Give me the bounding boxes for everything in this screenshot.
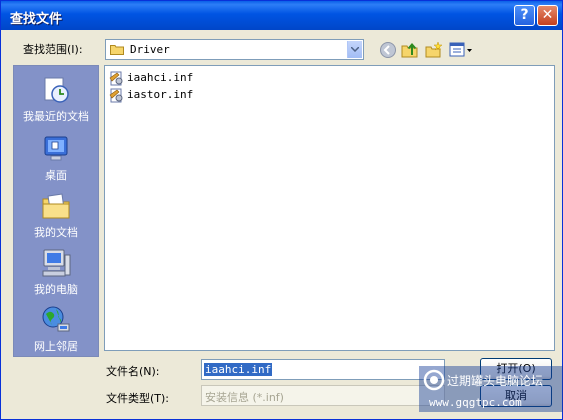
look-in-value: Driver xyxy=(130,43,170,56)
place-my-computer[interactable]: 我的电脑 xyxy=(14,243,98,299)
forum-logo-icon xyxy=(423,369,445,391)
inf-file-icon xyxy=(109,71,123,86)
new-folder-icon[interactable] xyxy=(425,41,443,59)
my-documents-icon xyxy=(42,193,70,219)
file-name-value: iaahci.inf xyxy=(204,363,273,376)
up-folder-icon[interactable] xyxy=(401,41,419,59)
close-button[interactable]: ✕ xyxy=(537,5,558,26)
file-name: iastor.inf xyxy=(127,88,194,101)
network-places-icon xyxy=(42,306,70,332)
title-bar[interactable]: 查找文件 ? ✕ xyxy=(1,1,562,30)
place-label: 我的电脑 xyxy=(34,283,78,296)
views-menu-icon[interactable] xyxy=(449,41,473,59)
look-in-combo[interactable]: Driver xyxy=(105,39,364,60)
place-recent-documents[interactable]: 我最近的文档 xyxy=(14,70,98,126)
watermark-url: www.gqgtpc.com xyxy=(429,396,522,409)
help-button[interactable]: ? xyxy=(514,5,535,26)
watermark-title: 过期罐头电脑论坛 xyxy=(447,374,544,388)
file-name-field[interactable]: iaahci.inf xyxy=(201,359,445,380)
look-in-label: 查找范围(I): xyxy=(23,43,83,56)
file-name: iaahci.inf xyxy=(127,71,194,84)
recent-documents-icon xyxy=(44,77,69,103)
file-type-select[interactable]: 安装信息 (*.inf) xyxy=(201,385,445,406)
place-my-documents[interactable]: 我的文档 xyxy=(14,186,98,242)
places-bar: 我最近的文档 桌面 我的文档 我的电脑 网上邻居 xyxy=(13,65,99,357)
back-icon[interactable] xyxy=(379,41,397,59)
file-name-label: 文件名(N): xyxy=(106,365,160,378)
place-desktop[interactable]: 桌面 xyxy=(14,129,98,185)
chevron-down-icon[interactable] xyxy=(347,41,362,58)
inf-file-icon xyxy=(109,88,123,103)
place-label: 我的文档 xyxy=(34,226,78,239)
place-label: 网上邻居 xyxy=(34,340,78,353)
file-type-value: 安装信息 (*.inf) xyxy=(205,391,284,404)
my-computer-icon xyxy=(42,249,71,277)
watermark-overlay: 过期罐头电脑论坛 www.gqgtpc.com xyxy=(419,366,563,412)
find-file-dialog: 查找文件 ? ✕ 查找范围(I): Driver 我最近的文档 桌面 我的文档 … xyxy=(0,0,563,420)
place-label: 桌面 xyxy=(45,169,67,182)
file-type-label: 文件类型(T): xyxy=(106,392,170,405)
place-network[interactable]: 网上邻居 xyxy=(14,300,98,356)
place-label: 我最近的文档 xyxy=(23,110,89,123)
window-title: 查找文件 xyxy=(10,12,63,27)
desktop-icon xyxy=(44,136,68,161)
file-list[interactable]: iaahci.inf iastor.inf xyxy=(104,65,555,351)
folder-icon xyxy=(110,45,124,55)
